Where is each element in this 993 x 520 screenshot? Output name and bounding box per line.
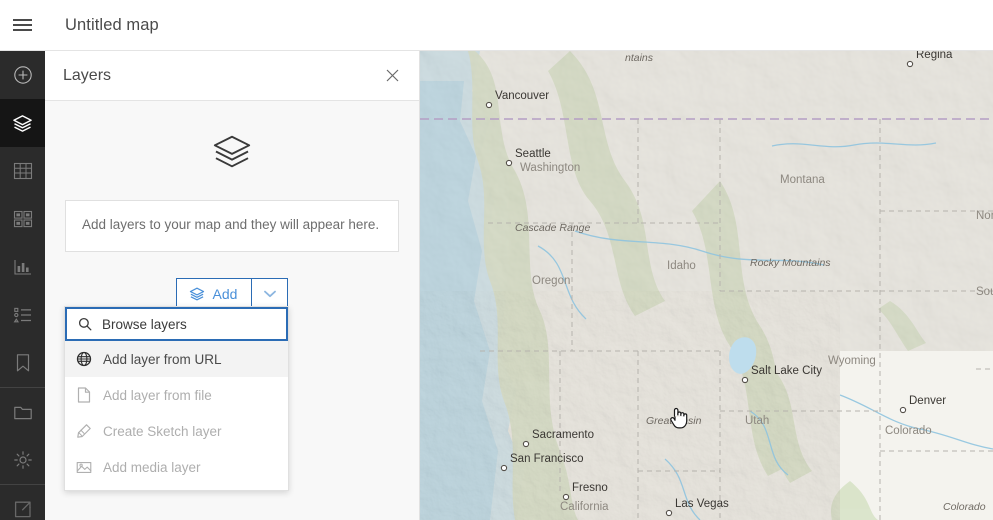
media-icon — [76, 459, 92, 475]
menu-item-create-sketch-layer[interactable]: Create Sketch layer — [65, 413, 288, 449]
sidebar-item-table[interactable] — [0, 147, 45, 195]
svg-text:Sou: Sou — [976, 286, 993, 298]
add-button-label: Add — [212, 286, 238, 303]
folder-icon — [13, 406, 32, 419]
globe-icon — [76, 351, 92, 367]
legend-list-icon — [13, 307, 31, 323]
svg-text:Denver: Denver — [909, 395, 946, 407]
svg-text:Seattle: Seattle — [515, 148, 551, 160]
layers-stack-icon — [211, 131, 253, 178]
menu-item-add-layer-from-file[interactable]: Add layer from file — [65, 377, 288, 413]
svg-text:California: California — [560, 501, 609, 513]
sidebar-item-bookmarks[interactable] — [0, 339, 45, 387]
sidebar-item-basemap[interactable] — [0, 195, 45, 243]
sidebar-item-legend[interactable] — [0, 291, 45, 339]
svg-text:Montana: Montana — [780, 174, 825, 186]
svg-text:Colorado: Colorado — [885, 425, 932, 437]
sidebar-item-add[interactable] — [0, 51, 45, 99]
menu-item-add-media-layer[interactable]: Add media layer — [65, 449, 288, 485]
menu-item-label: Add media layer — [103, 459, 201, 475]
close-icon[interactable] — [380, 64, 404, 88]
menu-item-label: Add layer from URL — [103, 351, 222, 367]
svg-text:ntains: ntains — [625, 52, 654, 64]
share-export-icon — [14, 501, 31, 517]
basemap-grid-icon — [13, 210, 32, 228]
file-icon — [76, 387, 92, 403]
svg-text:Great Basin: Great Basin — [646, 415, 702, 427]
page-title: Untitled map — [65, 15, 159, 34]
gear-icon — [13, 451, 32, 469]
svg-text:San Francisco: San Francisco — [510, 453, 584, 465]
map-labels: Vancouver Seattle Regina Salt Lake City Denv… — [485, 51, 993, 517]
sidebar-item-contents[interactable] — [0, 388, 45, 436]
svg-text:Vancouver: Vancouver — [495, 90, 549, 102]
svg-text:Salt Lake City: Salt Lake City — [751, 365, 822, 377]
browse-layers-label: Browse layers — [102, 316, 187, 332]
menu-item-label: Create Sketch layer — [103, 423, 222, 439]
hamburger-icon[interactable] — [0, 0, 45, 51]
svg-text:Nor: Nor — [976, 210, 993, 222]
menu-item-add-layer-from-url[interactable]: Add layer from URL — [65, 341, 288, 377]
menu-item-label: Add layer from file — [103, 387, 212, 403]
layers-icon — [13, 114, 32, 132]
pencil-icon — [76, 423, 92, 439]
svg-text:Regina: Regina — [916, 51, 953, 61]
panel-title: Layers — [63, 66, 112, 84]
app-header: Untitled map — [0, 0, 993, 51]
table-icon — [13, 162, 32, 180]
map-viewer-app: Untitled map Layers Add layers to your m… — [0, 0, 993, 520]
sidebar-item-share[interactable] — [0, 485, 45, 520]
svg-text:Sacramento: Sacramento — [532, 429, 594, 441]
plus-circle-icon — [13, 66, 32, 84]
chevron-down-icon — [264, 290, 276, 298]
left-nav-rail — [0, 51, 45, 520]
svg-text:Fresno: Fresno — [572, 482, 608, 494]
sidebar-item-settings[interactable] — [0, 436, 45, 484]
svg-text:Wyoming: Wyoming — [828, 355, 876, 367]
empty-state-message: Add layers to your map and they will app… — [65, 200, 399, 253]
svg-text:Cascade Range: Cascade Range — [515, 222, 590, 234]
svg-text:Las Vegas: Las Vegas — [675, 498, 729, 510]
layers-icon — [189, 286, 205, 302]
browse-layers-search[interactable]: Browse layers — [65, 307, 288, 341]
layers-panel-header: Layers — [45, 51, 419, 101]
svg-text:Utah: Utah — [745, 415, 769, 427]
svg-text:Idaho: Idaho — [667, 260, 696, 272]
sidebar-item-charts[interactable] — [0, 243, 45, 291]
bookmark-icon — [16, 354, 29, 372]
svg-text:Rocky Mountains: Rocky Mountains — [750, 257, 831, 269]
bar-chart-icon — [13, 260, 31, 275]
layers-panel-body: Add layers to your map and they will app… — [45, 101, 419, 311]
svg-text:Colorado: Colorado — [943, 501, 986, 513]
search-icon — [78, 317, 92, 331]
svg-text:Oregon: Oregon — [532, 275, 570, 287]
add-layer-dropdown-menu: Browse layers Add layer from URL Add lay… — [64, 306, 289, 491]
map-canvas[interactable]: Vancouver Seattle Regina Salt Lake City Denv… — [420, 51, 993, 520]
sidebar-item-layers[interactable] — [0, 99, 45, 147]
svg-text:Washington: Washington — [520, 162, 580, 174]
